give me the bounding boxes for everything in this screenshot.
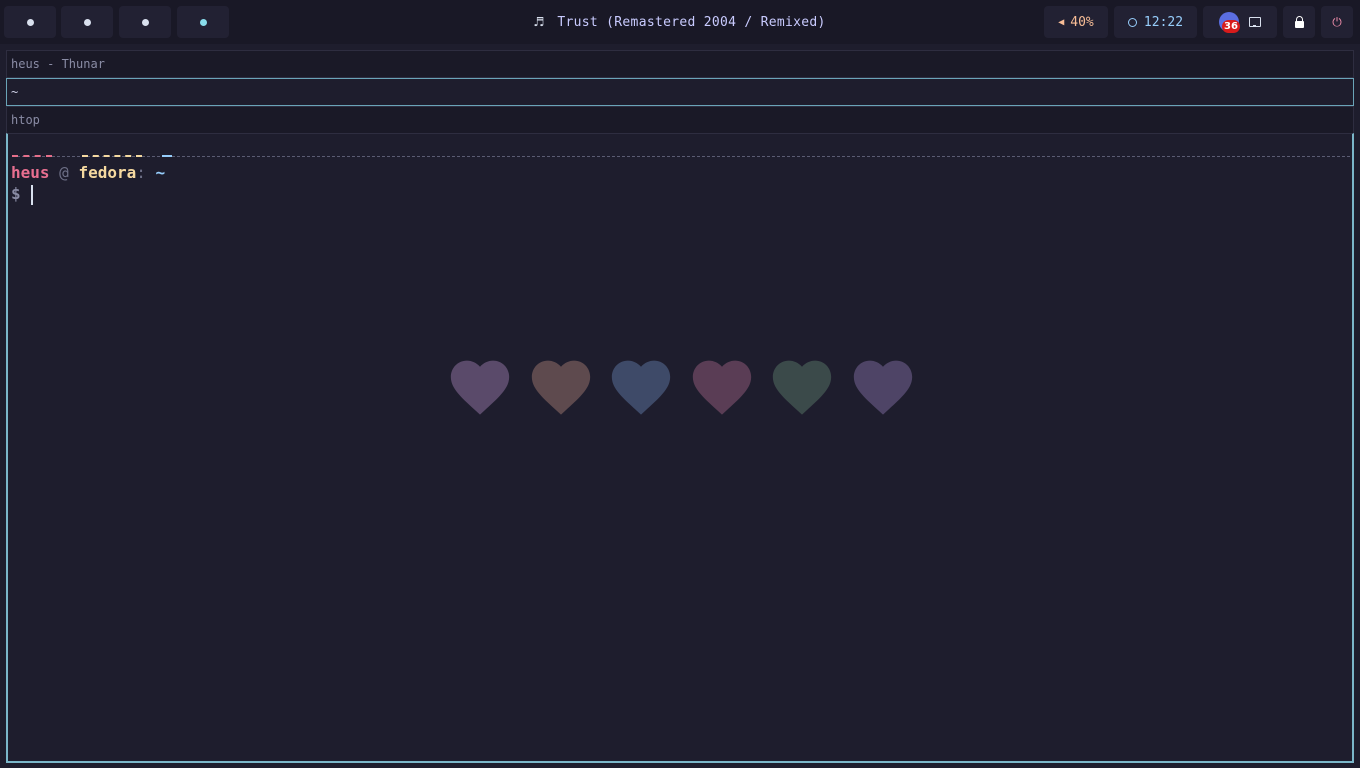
separator-path-segment — [162, 155, 172, 157]
workspace-2-button[interactable] — [61, 6, 113, 38]
volume-widget[interactable]: ◀ 40% — [1044, 6, 1108, 38]
app-badge-icon[interactable]: 36 — [1219, 12, 1240, 33]
separator-user-segment — [12, 155, 52, 157]
text-cursor[interactable] — [31, 185, 33, 205]
heart-icon — [611, 360, 671, 415]
heart-icon — [531, 360, 590, 415]
system-tray: 36 — [1203, 6, 1277, 38]
shell-prompt: heus @ fedora: ~ — [11, 163, 165, 182]
prompt-separator — [12, 156, 1350, 157]
prompt-path: ~ — [155, 163, 166, 182]
workspace-3-button[interactable] — [119, 6, 171, 38]
workspace-dot-icon — [26, 18, 34, 26]
speaker-icon: ◀ — [1058, 16, 1065, 28]
workspace-dot-icon — [83, 18, 91, 26]
network-icon[interactable] — [1249, 17, 1261, 27]
workspace-4-button[interactable] — [177, 6, 229, 38]
song-title[interactable]: Trust (Remastered 2004 / Remixed) — [557, 15, 825, 30]
volume-value: 40% — [1070, 14, 1094, 30]
workspace-dot-icon — [141, 18, 149, 26]
terminal-window[interactable]: heus @ fedora: ~ $ — [6, 133, 1354, 763]
prompt-host: fedora — [78, 163, 137, 182]
heart-icon — [853, 360, 912, 415]
lock-icon — [1294, 15, 1304, 28]
music-note-icon: ♬ — [534, 13, 544, 31]
prompt-user: heus — [11, 163, 50, 182]
power-icon: ⏻ — [1332, 14, 1342, 29]
shell-symbol: $ — [11, 184, 21, 203]
hearts-decoration — [445, 351, 925, 421]
window-tab-htop[interactable]: htop — [6, 106, 1354, 134]
clock-time: 12:22 — [1143, 14, 1184, 30]
separator-host-segment — [82, 155, 142, 157]
window-tab-terminal[interactable]: ~ — [6, 78, 1354, 106]
heart-icon — [772, 360, 832, 415]
window-tab-thunar[interactable]: heus - Thunar — [6, 50, 1354, 78]
clock-widget[interactable]: 12:22 — [1114, 6, 1197, 38]
power-button[interactable]: ⏻ — [1321, 6, 1353, 38]
prompt-colon: : — [136, 163, 146, 182]
lock-button[interactable] — [1283, 6, 1315, 38]
notification-count: 36 — [1222, 20, 1240, 33]
workspace-1-button[interactable] — [4, 6, 56, 38]
workspace-dot-icon — [199, 18, 207, 26]
top-bar: ♬ Trust (Remastered 2004 / Remixed) ◀ 40… — [0, 0, 1360, 44]
heart-icon — [450, 360, 510, 415]
heart-icon — [692, 360, 751, 415]
clock-icon — [1127, 17, 1137, 27]
prompt-at: @ — [59, 163, 69, 182]
